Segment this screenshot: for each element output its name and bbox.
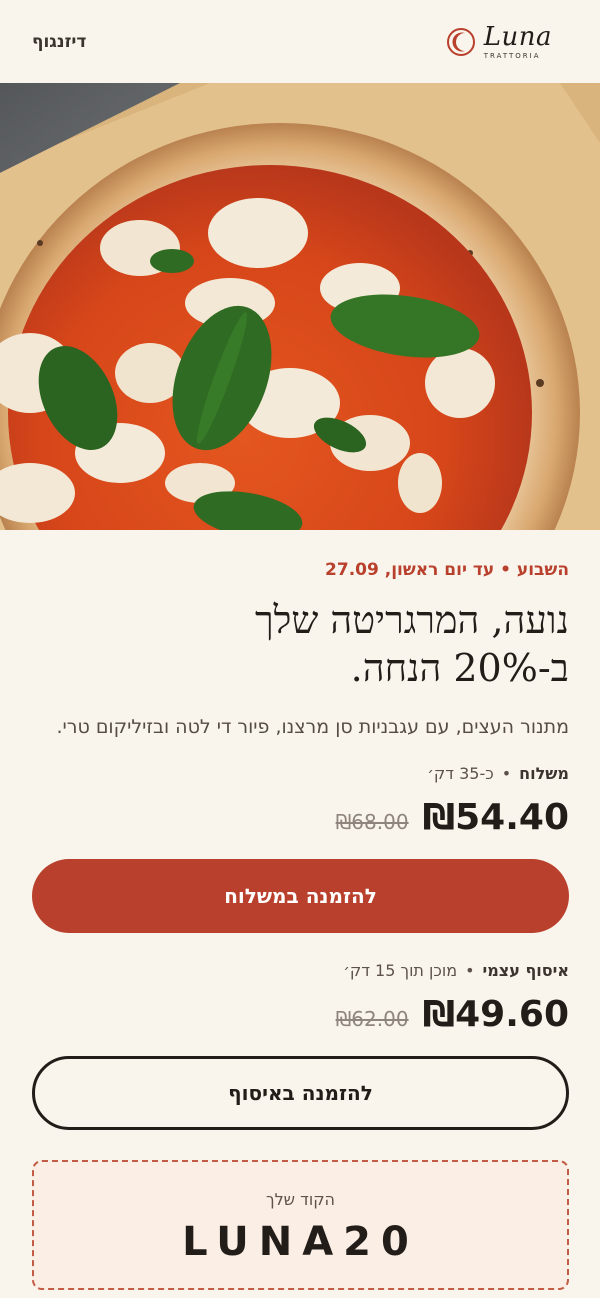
coupon-code-box[interactable]: הקוד שלך LUNA20 xyxy=(32,1160,569,1291)
pickup-price-new: ₪49.60 xyxy=(422,994,569,1036)
delivery-meta: משלוח • כ-35 דק׳ xyxy=(32,764,569,783)
separator-dot: • xyxy=(465,961,475,981)
crescent-moon-icon xyxy=(446,27,475,56)
brand-name: Luna xyxy=(483,21,552,52)
pickup-price-row: ₪49.60 ₪62.00 xyxy=(32,994,569,1038)
pickup-time: מוכן תוך 15 דק׳ xyxy=(343,961,458,981)
pickup-price-old: ₪62.00 xyxy=(335,1007,409,1032)
delivery-label: משלוח xyxy=(519,764,569,784)
offer-headline: נועה, המרגריטה שלך ב-20% הנחה. xyxy=(32,596,569,693)
pickup-meta: איסוף עצמי • מוכן תוך 15 דק׳ xyxy=(32,961,569,980)
order-delivery-button[interactable]: להזמנה במשלוח xyxy=(32,859,569,934)
pizza-image xyxy=(0,83,600,530)
order-pickup-button[interactable]: להזמנה באיסוף xyxy=(32,1056,569,1131)
offer-description: מתנור העצים, עם עגבניות סן מרצנו, פיור ד… xyxy=(56,715,569,738)
headline-line-2: ב-20% הנחה. xyxy=(350,646,569,691)
promo-tag: השבוע • עד יום ראשון, 27.09 xyxy=(325,560,569,580)
pickup-label: איסוף עצמי xyxy=(482,961,569,981)
delivery-price-row: ₪54.40 ₪68.00 xyxy=(32,797,569,841)
location-selector[interactable]: דיזנגוף xyxy=(32,32,86,52)
delivery-time: כ-35 דק׳ xyxy=(427,764,494,784)
coupon-code[interactable]: LUNA20 xyxy=(34,1219,567,1265)
separator-dot: • xyxy=(501,764,512,784)
offer-content: השבוע • עד יום ראשון, 27.09 נועה, המרגרי… xyxy=(32,530,569,1291)
coupon-label: הקוד שלך xyxy=(265,1190,335,1210)
top-bar: דיזנגוף Luna TRATTORIA xyxy=(0,0,600,83)
hero-image xyxy=(0,83,600,530)
brand-subtitle: TRATTORIA xyxy=(483,51,541,60)
brand-logo[interactable]: Luna TRATTORIA xyxy=(446,24,552,60)
delivery-price-old: ₪68.00 xyxy=(335,810,409,835)
headline-line-1: נועה, המרגריטה שלך xyxy=(254,598,569,642)
delivery-price-new: ₪54.40 xyxy=(422,797,569,839)
